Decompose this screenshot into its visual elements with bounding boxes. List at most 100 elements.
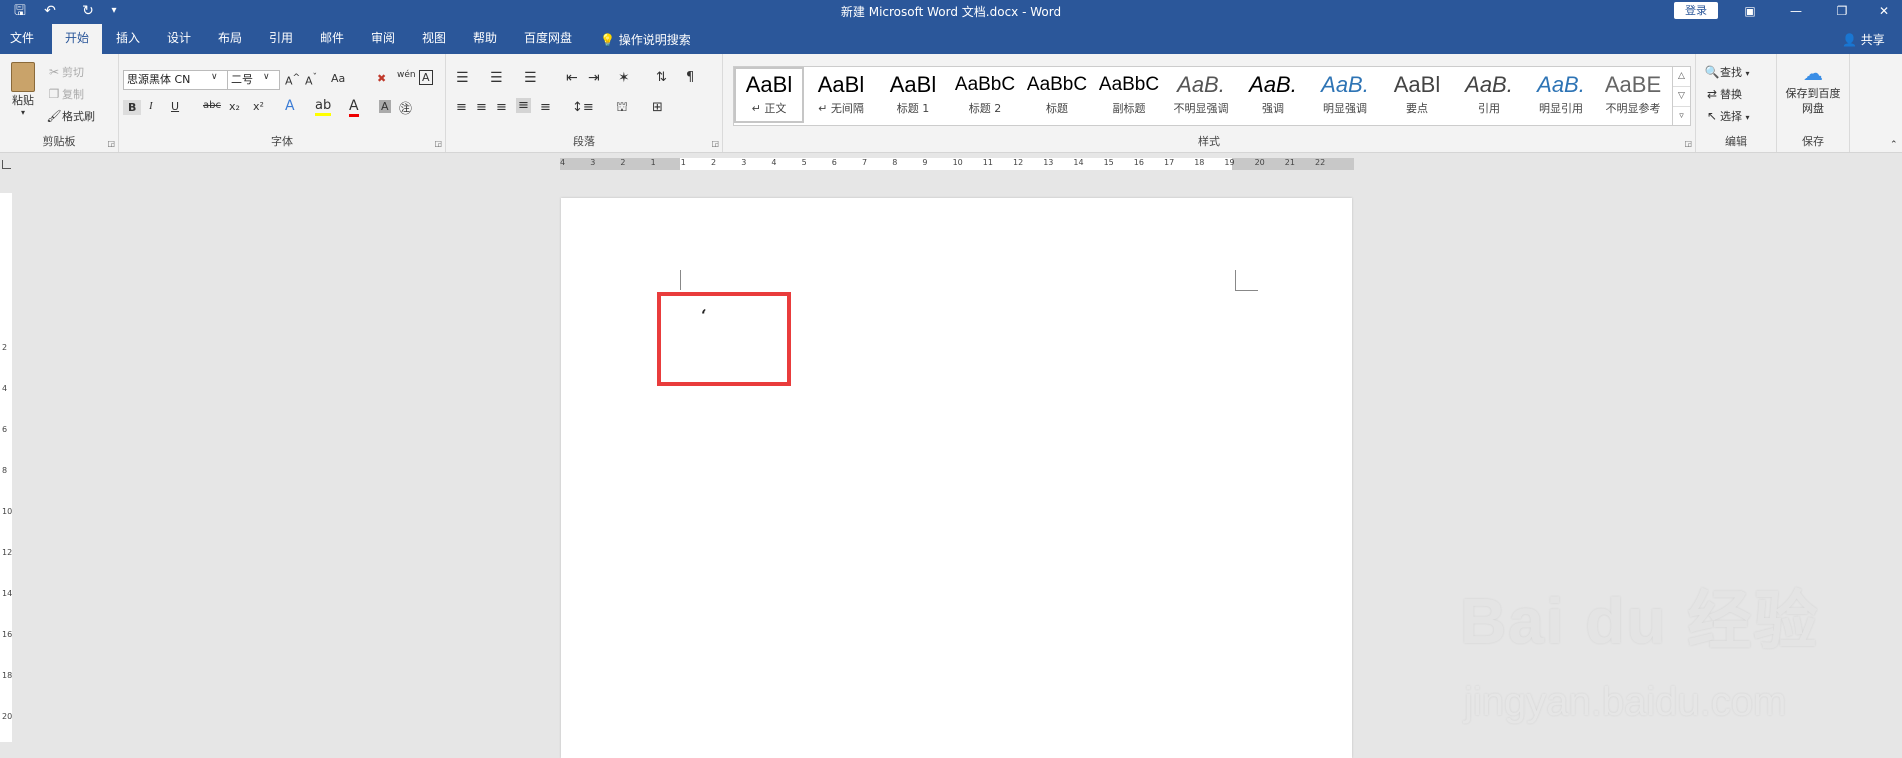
align-left-icon[interactable]: ≡ — [456, 100, 467, 115]
paste-button[interactable]: 粘贴 ▾ — [8, 62, 38, 117]
chevron-up-icon[interactable]: △ — [1673, 67, 1690, 87]
share-button[interactable]: 👤 共享 — [1842, 31, 1885, 48]
style-sample: AaBE — [1604, 72, 1662, 97]
borders-icon[interactable]: ⊞ — [652, 100, 663, 115]
tab-layout[interactable]: 布局 — [218, 28, 242, 54]
more-icon[interactable]: ▿ — [1673, 107, 1690, 126]
phonetic-guide-icon[interactable]: wén — [397, 70, 416, 80]
ruler-number: 1 — [680, 158, 686, 167]
tab-references[interactable]: 引用 — [269, 28, 293, 54]
strikethrough-button[interactable]: abc — [203, 100, 221, 111]
highlight-icon[interactable]: ab — [315, 98, 332, 116]
ruler-number: 19 — [1224, 158, 1235, 167]
distributed-icon[interactable]: ≡ — [540, 100, 551, 115]
collapse-ribbon-icon[interactable]: ⌃ — [1890, 140, 1898, 150]
tab-baidu-netdisk[interactable]: 百度网盘 — [524, 28, 572, 54]
show-marks-icon[interactable]: ¶ — [686, 70, 694, 85]
document-text[interactable]: ‘ — [701, 306, 707, 325]
tab-design[interactable]: 设计 — [167, 28, 191, 54]
grow-font-icon[interactable]: A^ — [285, 72, 300, 88]
shrink-font-icon[interactable]: Aˇ — [305, 72, 317, 88]
save-to-baidu-button[interactable]: ☁ 保存到百度网盘 — [1783, 60, 1843, 116]
font-color-icon[interactable]: A — [349, 98, 359, 117]
dialog-launcher-icon[interactable]: ◲ — [434, 139, 442, 148]
style-heading-1[interactable]: AaBl 标题 1 — [878, 67, 948, 123]
enclose-characters-icon[interactable]: ㊟ — [399, 98, 412, 117]
numbering-icon[interactable]: ☰ — [490, 70, 503, 86]
restore-icon[interactable]: ❐ — [1820, 0, 1864, 22]
crop-mark-top-left — [680, 270, 681, 290]
change-case-button[interactable]: Aa — [331, 72, 345, 85]
text-effects-icon[interactable]: A — [285, 98, 295, 114]
tab-help[interactable]: 帮助 — [473, 28, 497, 54]
style-intense-quote[interactable]: AaB. 明显引用 — [1526, 67, 1596, 123]
style-normal[interactable]: AaBl ↵ 正文 — [734, 67, 804, 123]
style-subtle-reference[interactable]: AaBE 不明显参考 — [1598, 67, 1668, 123]
chevron-down-icon[interactable]: ∨ — [211, 72, 218, 82]
align-center-icon[interactable]: ≡ — [476, 100, 487, 115]
baidu-jingyan-watermark: Bai du 经验 jingyan.baidu.com — [1450, 530, 1890, 740]
italic-button[interactable]: I — [149, 100, 153, 112]
select-button[interactable]: ↖ 选择 ▾ — [1704, 108, 1750, 124]
dialog-launcher-icon[interactable]: ◲ — [711, 139, 719, 148]
clear-formatting-icon[interactable]: ✖ — [377, 72, 386, 85]
chevron-down-icon[interactable]: ∨ — [263, 72, 270, 82]
sort-icon[interactable]: ⇅ — [656, 70, 667, 85]
character-border-icon[interactable]: A — [419, 70, 433, 85]
style-name: 明显强调 — [1323, 102, 1367, 115]
style-heading-2[interactable]: AaBbC 标题 2 — [950, 67, 1020, 123]
minimize-icon[interactable]: — — [1774, 0, 1818, 22]
copy-button[interactable]: ❐ 复制 — [46, 86, 84, 102]
dialog-launcher-icon[interactable]: ◲ — [107, 139, 115, 148]
tab-insert[interactable]: 插入 — [116, 28, 140, 54]
close-icon[interactable]: ✕ — [1862, 0, 1902, 22]
format-painter-button[interactable]: 🖌格式刷 — [46, 108, 95, 124]
tab-review[interactable]: 审阅 — [371, 28, 395, 54]
asian-layout-icon[interactable]: ✶ — [618, 70, 630, 86]
bold-button[interactable]: B — [123, 100, 142, 115]
decrease-indent-icon[interactable]: ⇤ — [566, 70, 578, 86]
find-button[interactable]: 🔍查找 ▾ — [1704, 64, 1750, 80]
document-page[interactable]: ‘ — [561, 198, 1352, 758]
subscript-button[interactable]: x₂ — [229, 100, 240, 113]
increase-indent-icon[interactable]: ⇥ — [588, 70, 600, 86]
ruler-number: 4 — [560, 158, 566, 167]
superscript-button[interactable]: x² — [253, 100, 264, 113]
style-subtle-emphasis[interactable]: AaB. 不明显强调 — [1166, 67, 1236, 123]
underline-button[interactable]: U — [171, 100, 179, 113]
style-emphasis[interactable]: AaB. 强调 — [1238, 67, 1308, 123]
tab-view[interactable]: 视图 — [422, 28, 446, 54]
shading-icon[interactable]: ⛫ — [616, 100, 628, 117]
tab-home[interactable]: 开始 — [52, 24, 102, 54]
tab-mailings[interactable]: 邮件 — [320, 28, 344, 54]
line-spacing-icon[interactable]: ↕≡ — [572, 100, 594, 115]
align-right-icon[interactable]: ≡ — [496, 100, 507, 115]
login-button[interactable]: 登录 — [1674, 2, 1718, 19]
ruler-number: 21 — [1284, 158, 1295, 167]
character-shading-icon[interactable]: A — [379, 100, 391, 113]
tab-selector-icon[interactable] — [2, 160, 11, 169]
vertical-ruler[interactable]: 2 4 6 8 10 12 14 16 18 20 — [0, 193, 12, 742]
person-icon: 👤 — [1842, 33, 1857, 47]
horizontal-ruler[interactable]: 4 3 2 1 1 2 3 4 5 6 7 8 9 10 11 12 13 14 15 16 17 18 19 20 21 22 — [560, 158, 1354, 170]
tell-me-search[interactable]: 💡 操作说明搜索 — [600, 31, 691, 48]
justify-icon[interactable]: ≡ — [516, 98, 531, 113]
bullets-icon[interactable]: ☰ — [456, 70, 469, 86]
font-group: 思源黑体 CN ∨ 二号 ∨ A^ Aˇ Aa ✖ wén A B I U ab… — [119, 54, 446, 152]
chevron-down-icon[interactable]: ▽ — [1673, 87, 1690, 107]
style-strong[interactable]: AaBl 要点 — [1382, 67, 1452, 123]
font-size-select[interactable]: 二号 — [227, 70, 280, 90]
style-title[interactable]: AaBbC 标题 — [1022, 67, 1092, 123]
tab-file[interactable]: 文件 — [10, 28, 34, 54]
style-subtitle[interactable]: AaBbC 副标题 — [1094, 67, 1164, 123]
cut-button[interactable]: ✂ 剪切 — [46, 64, 84, 80]
style-quote[interactable]: AaB. 引用 — [1454, 67, 1524, 123]
clipboard-icon — [11, 62, 35, 92]
style-intense-emphasis[interactable]: AaB. 明显强调 — [1310, 67, 1380, 123]
replace-button[interactable]: ⇄ 替换 — [1704, 86, 1742, 102]
ribbon-display-icon[interactable]: ▣ — [1728, 0, 1772, 22]
vertical-ruler-number: 6 — [2, 425, 8, 434]
multilevel-list-icon[interactable]: ☰ — [524, 70, 537, 86]
style-no-spacing[interactable]: AaBl ↵ 无间隔 — [806, 67, 876, 123]
dialog-launcher-icon[interactable]: ◲ — [1684, 139, 1692, 148]
